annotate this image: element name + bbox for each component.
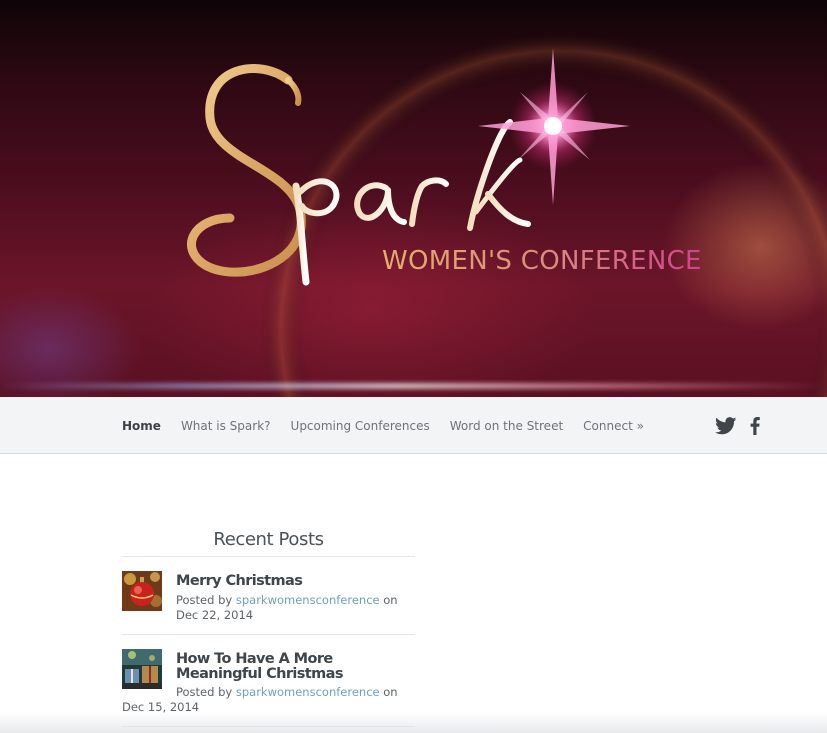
hero-light-streak xyxy=(0,383,827,389)
nav-item-upcoming-conferences[interactable]: Upcoming Conferences xyxy=(291,419,430,433)
post-date: Dec 15, 2014 xyxy=(122,700,200,714)
facebook-link[interactable] xyxy=(749,397,761,454)
spark-logo[interactable] xyxy=(0,0,827,397)
on-label: on xyxy=(379,593,398,607)
facebook-icon[interactable] xyxy=(749,416,761,435)
nav-item-connect[interactable]: Connect » xyxy=(583,419,644,433)
post-title-link[interactable]: Merry Christmas xyxy=(176,574,415,589)
nav-menu: Home What is Spark? Upcoming Conferences… xyxy=(122,397,664,454)
gifts-image-icon xyxy=(122,649,162,689)
recent-posts-title: Recent Posts xyxy=(122,527,415,557)
post-meta: Posted by sparkwomensconference on Dec 1… xyxy=(122,685,415,715)
post-thumbnail-christmas-gifts[interactable] xyxy=(122,649,162,689)
twitter-icon[interactable] xyxy=(715,416,737,435)
post-date: Dec 22, 2014 xyxy=(176,608,254,622)
nav-item-what-is-spark[interactable]: What is Spark? xyxy=(181,419,271,433)
hero-subtitle: WOMEN'S CONFERENCE xyxy=(382,246,702,276)
main-navigation: Home What is Spark? Upcoming Conferences… xyxy=(0,397,827,454)
nav-item-word-on-the-street[interactable]: Word on the Street xyxy=(450,419,563,433)
recent-posts-widget: Recent Posts Merry Christmas Posted by s… xyxy=(122,527,415,727)
on-label: on xyxy=(379,685,398,699)
hero-banner: WOMEN'S CONFERENCE xyxy=(0,0,827,397)
posted-by-label: Posted by xyxy=(176,593,236,607)
nav-item-home[interactable]: Home xyxy=(122,419,161,433)
post-title-link[interactable]: How To Have A More Meaningful Christmas xyxy=(176,652,415,682)
posted-by-label: Posted by xyxy=(176,685,236,699)
list-item: Merry Christmas Posted by sparkwomenscon… xyxy=(122,557,415,635)
twitter-link[interactable] xyxy=(715,397,737,454)
post-meta: Posted by sparkwomensconference on Dec 2… xyxy=(122,593,415,623)
bottom-shadow xyxy=(0,713,827,733)
author-link[interactable]: sparkwomensconference xyxy=(236,593,380,607)
author-link[interactable]: sparkwomensconference xyxy=(236,685,380,699)
